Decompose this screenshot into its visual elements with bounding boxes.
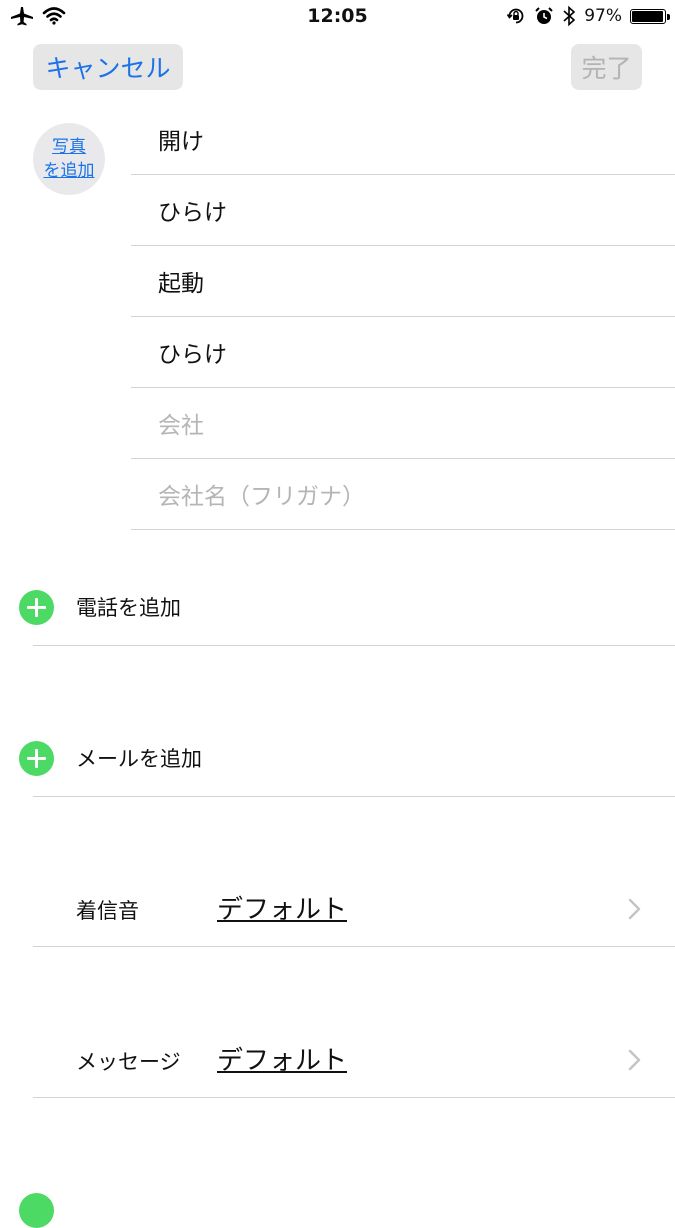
add-field-plus-icon[interactable] bbox=[19, 1193, 54, 1228]
company-phonetic-field[interactable]: 会社名（フリガナ） bbox=[131, 459, 675, 530]
first-name-field[interactable]: 起動 bbox=[131, 246, 675, 317]
add-phone-row[interactable]: 電話を追加 bbox=[0, 570, 675, 646]
add-photo-label-line2: を追加 bbox=[43, 161, 95, 181]
status-bar: 12:05 97% bbox=[0, 0, 675, 34]
bluetooth-icon bbox=[563, 5, 576, 27]
add-phone-label: 電話を追加 bbox=[76, 596, 181, 620]
ringtone-label: 着信音 bbox=[76, 899, 139, 923]
ringtone-value: デフォルト bbox=[217, 895, 348, 925]
battery-icon bbox=[630, 8, 670, 24]
add-phone-plus-icon[interactable] bbox=[19, 590, 54, 625]
add-email-label: メールを追加 bbox=[76, 747, 202, 771]
add-email-plus-icon[interactable] bbox=[19, 741, 54, 776]
message-tone-value: デフォルト bbox=[217, 1046, 348, 1076]
battery-fill bbox=[632, 10, 663, 22]
chevron-right-icon bbox=[628, 898, 641, 920]
add-email-row[interactable]: メールを追加 bbox=[0, 721, 675, 797]
first-name-phonetic-field[interactable]: ひらけ bbox=[131, 317, 675, 388]
message-tone-label: メッセージ bbox=[76, 1050, 181, 1074]
done-button[interactable]: 完了 bbox=[571, 44, 642, 90]
divider bbox=[33, 946, 675, 947]
cancel-button[interactable]: キャンセル bbox=[33, 44, 183, 90]
chevron-right-icon bbox=[628, 1049, 641, 1071]
battery-percent: 97% bbox=[584, 6, 622, 26]
company-field[interactable]: 会社 bbox=[131, 388, 675, 459]
alarm-icon bbox=[535, 7, 553, 24]
name-fields: 開け ひらけ 起動 ひらけ 会社 会社名（フリガナ） bbox=[131, 104, 675, 530]
divider bbox=[33, 796, 675, 797]
last-name-field[interactable]: 開け bbox=[131, 104, 675, 175]
last-name-phonetic-field[interactable]: ひらけ bbox=[131, 175, 675, 246]
divider bbox=[33, 645, 675, 646]
status-right: 97% bbox=[506, 5, 670, 27]
divider bbox=[33, 1097, 675, 1098]
message-tone-row[interactable]: メッセージ デフォルト bbox=[0, 1022, 675, 1098]
add-photo-label-line1: 写真 bbox=[52, 137, 86, 157]
orientation-lock-icon bbox=[507, 8, 524, 24]
ringtone-row[interactable]: 着信音 デフォルト bbox=[0, 871, 675, 947]
add-photo-button[interactable]: 写真 を追加 bbox=[33, 123, 105, 195]
